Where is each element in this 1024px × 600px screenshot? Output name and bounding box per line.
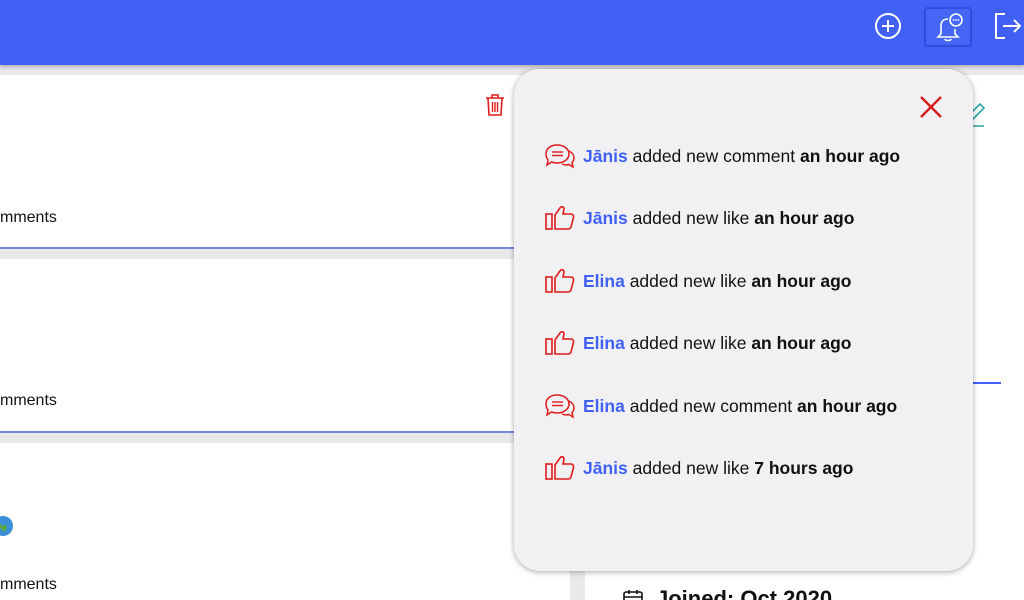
thumbs-up-icon [545,203,575,233]
close-icon [920,96,942,118]
notification-action: added new comment [632,145,796,166]
add-post-button[interactable] [870,8,906,44]
globe-icon [0,516,13,536]
notification-time: an hour ago [754,207,855,228]
logout-button[interactable] [989,8,1024,44]
notification-time: an hour ago [799,145,901,166]
notification-username[interactable]: Elina [583,333,625,353]
top-navigation-bar [0,0,1024,65]
notification-action: added new like [629,270,747,291]
plus-circle-icon [875,13,901,39]
comment-bubbles-icon [545,141,575,171]
bell-chat-icon [936,13,963,42]
notification-action: added new comment [629,395,793,416]
trash-icon [486,94,504,116]
notifications-panel: Jānis added new comment an hour ago Jānis… [514,69,973,571]
notification-item[interactable]: Jānis added new like 7 hours ago [545,453,853,483]
notification-action: added new like [632,207,750,228]
notification-time: an hour ago [751,270,852,291]
notification-action: added new like [632,457,750,478]
comments-count-label[interactable]: mments [0,576,57,594]
post-card[interactable]: mments [0,443,570,600]
posts-feed: mments ★ mments mments [0,65,575,600]
calendar-icon [623,590,643,600]
close-notifications-button[interactable] [918,94,944,120]
notification-time: an hour ago [751,332,852,353]
delete-post-button[interactable] [484,93,506,121]
logout-icon [995,13,1022,39]
thumbs-up-icon [545,453,575,483]
notification-time: an hour ago [797,395,898,416]
notification-text: Jānis added new like 7 hours ago [583,458,853,479]
notification-item[interactable]: Jānis added new like an hour ago [545,203,854,233]
notification-text: Elina added new like an hour ago [583,271,851,292]
notification-item[interactable]: Elina added new like an hour ago [545,328,851,358]
comment-bubbles-icon [545,391,575,421]
comments-count-label[interactable]: mments [0,392,57,410]
joined-label: Joined: Oct 2020 [656,586,833,600]
comments-count-label[interactable]: mments [0,209,57,227]
post-card[interactable]: mments [0,75,570,249]
notifications-button[interactable] [924,7,972,47]
notification-text: Elina added new like an hour ago [583,333,851,354]
notification-username[interactable]: Elina [583,396,625,416]
notification-username[interactable]: Jānis [583,208,628,228]
notification-text: Jānis added new comment an hour ago [583,146,900,167]
notification-item[interactable]: Elina added new comment an hour ago [545,391,897,421]
thumbs-up-icon [545,328,575,358]
notification-text: Elina added new comment an hour ago [583,396,897,417]
post-card[interactable]: ★ mments [0,259,570,433]
thumbs-up-icon [545,266,575,296]
notification-action: added new like [629,332,747,353]
notification-username[interactable]: Jānis [583,146,628,166]
notification-item[interactable]: Elina added new like an hour ago [545,266,851,296]
notification-username[interactable]: Elina [583,271,625,291]
notification-item[interactable]: Jānis added new comment an hour ago [545,141,900,171]
joined-date: Joined: Oct 2020 [622,586,832,600]
notification-username[interactable]: Jānis [583,458,628,478]
notification-time: 7 hours ago [754,457,854,478]
notification-text: Jānis added new like an hour ago [583,208,854,229]
